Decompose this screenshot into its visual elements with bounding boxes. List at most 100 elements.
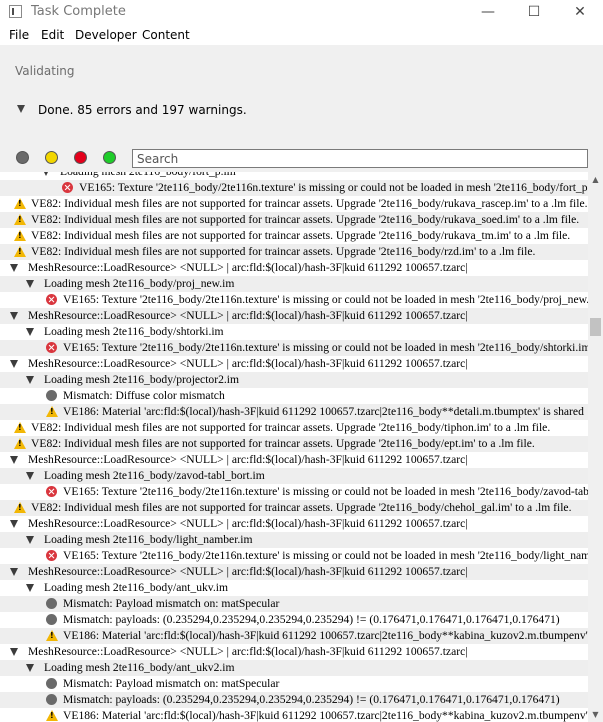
log-row[interactable]: Mismatch: Payload mismatch on: matSpecul… (0, 676, 588, 692)
close-button[interactable]: ✕ (557, 0, 603, 24)
log-row-text: Loading mesh 2te116_body/ant_ukv2.im (44, 661, 235, 674)
expand-arrow-icon[interactable] (26, 664, 34, 672)
log-row[interactable]: Loading mesh 2te116_body/fort_p.im (0, 172, 588, 180)
expand-arrow-icon[interactable] (10, 568, 18, 576)
log-row[interactable]: VE165: Texture '2te116_body/2te116n.text… (0, 484, 588, 500)
log-row[interactable]: VE82: Individual mesh files are not supp… (0, 196, 588, 212)
warning-icon (14, 230, 26, 241)
log-row[interactable]: Loading mesh 2te116_body/proj_new.im (0, 276, 588, 292)
log-row[interactable]: VE165: Texture '2te116_body/2te116n.text… (0, 548, 588, 564)
log-row[interactable]: Mismatch: Diffuse color mismatch (0, 388, 588, 404)
expand-arrow-icon[interactable] (26, 536, 34, 544)
scroll-down-icon[interactable]: ▼ (588, 707, 603, 722)
minimize-button[interactable]: — (465, 0, 511, 24)
filter-all-button[interactable] (16, 151, 29, 164)
log-row-text: Mismatch: Diffuse color mismatch (63, 389, 225, 402)
log-row[interactable]: Mismatch: payloads: (0.235294,0.235294,0… (0, 692, 588, 708)
log-row[interactable]: Mismatch: Payload mismatch on: matSpecul… (0, 596, 588, 612)
warning-icon (14, 214, 26, 225)
expand-arrow-icon[interactable] (10, 264, 18, 272)
log-row-text: VE82: Individual mesh files are not supp… (31, 421, 551, 434)
log-row-text: MeshResource::LoadResource> <NULL> | arc… (28, 453, 468, 466)
log-row-text: VE165: Texture '2te116_body/2te116n.text… (63, 293, 588, 306)
log-row[interactable]: VE165: Texture '2te116_body/2te116n.text… (0, 292, 588, 308)
log-row[interactable]: MeshResource::LoadResource> <NULL> | arc… (0, 308, 588, 324)
maximize-button[interactable]: ☐ (511, 0, 557, 24)
expand-arrow-icon[interactable] (10, 648, 18, 656)
expand-arrow-icon[interactable] (26, 328, 34, 336)
log-row[interactable]: VE186: Material 'arc:fld:$(local)/hash-3… (0, 404, 588, 420)
filter-errors-button[interactable] (74, 151, 87, 164)
error-icon (46, 486, 57, 497)
log-row[interactable]: MeshResource::LoadResource> <NULL> | arc… (0, 260, 588, 276)
log-row[interactable]: Loading mesh 2te116_body/ant_ukv2.im (0, 660, 588, 676)
log-row-text: MeshResource::LoadResource> <NULL> | arc… (28, 309, 468, 322)
expand-arrow-icon[interactable] (10, 520, 18, 528)
warning-icon (14, 198, 26, 209)
warning-icon (46, 406, 58, 417)
log-row[interactable]: Loading mesh 2te116_body/projector2.im (0, 372, 588, 388)
log-row-text: Loading mesh 2te116_body/light_namber.im (44, 533, 253, 546)
log-row-text: VE82: Individual mesh files are not supp… (31, 245, 536, 258)
log-row-text: VE165: Texture '2te116_body/2te116n.text… (63, 485, 588, 498)
warning-icon (14, 438, 26, 449)
log-row[interactable]: VE165: Texture '2te116_body/2te116n.text… (0, 180, 588, 196)
menu-edit[interactable]: Edit (41, 28, 64, 42)
scroll-up-icon[interactable]: ▲ (588, 172, 603, 187)
expand-arrow-icon[interactable] (26, 584, 34, 592)
log-row[interactable]: Loading mesh 2te116_body/ant_ukv.im (0, 580, 588, 596)
expand-arrow-icon[interactable] (42, 172, 50, 176)
log-row[interactable]: VE82: Individual mesh files are not supp… (0, 228, 588, 244)
scroll-thumb[interactable] (590, 318, 601, 336)
log-row[interactable]: MeshResource::LoadResource> <NULL> | arc… (0, 452, 588, 468)
info-icon (46, 678, 57, 689)
status-label: Validating (15, 64, 75, 78)
app-icon (9, 5, 22, 18)
menu-developer[interactable]: Developer (75, 28, 137, 42)
expand-arrow-icon[interactable] (26, 376, 34, 384)
log-row[interactable]: MeshResource::LoadResource> <NULL> | arc… (0, 356, 588, 372)
log-row-text: VE82: Individual mesh files are not supp… (31, 229, 571, 242)
error-icon (46, 294, 57, 305)
search-input[interactable] (132, 149, 588, 168)
log-row-text: VE82: Individual mesh files are not supp… (31, 197, 588, 210)
log-list[interactable]: Loading mesh 2te116_body/fort_p.im VE165:… (0, 172, 588, 722)
log-row[interactable]: Loading mesh 2te116_body/zavod-tabl_bort… (0, 468, 588, 484)
log-row[interactable]: VE165: Texture '2te116_body/2te116n.text… (0, 340, 588, 356)
log-row-text: Loading mesh 2te116_body/fort_p.im (60, 172, 236, 178)
log-row[interactable]: VE82: Individual mesh files are not supp… (0, 436, 588, 452)
log-row-text: VE165: Texture '2te116_body/2te116n.text… (79, 181, 588, 194)
menu-content[interactable]: Content (142, 28, 190, 42)
log-row-text: Loading mesh 2te116_body/projector2.im (44, 373, 240, 386)
collapse-arrow-icon[interactable] (17, 105, 25, 113)
expand-arrow-icon[interactable] (10, 456, 18, 464)
expand-arrow-icon[interactable] (26, 280, 34, 288)
log-row[interactable]: VE82: Individual mesh files are not supp… (0, 244, 588, 260)
menu-file[interactable]: File (9, 28, 29, 42)
warning-icon (14, 422, 26, 433)
info-icon (46, 598, 57, 609)
info-icon (46, 694, 57, 705)
log-row[interactable]: Mismatch: payloads: (0.235294,0.235294,0… (0, 612, 588, 628)
log-row[interactable]: VE82: Individual mesh files are not supp… (0, 500, 588, 516)
expand-arrow-icon[interactable] (26, 472, 34, 480)
menu-bar: File Edit Developer Content (0, 24, 603, 45)
log-row-text: MeshResource::LoadResource> <NULL> | arc… (28, 517, 468, 530)
expand-arrow-icon[interactable] (10, 360, 18, 368)
title-bar: Task Complete — ☐ ✕ (0, 0, 603, 24)
filter-info-button[interactable] (103, 151, 116, 164)
log-row[interactable]: Loading mesh 2te116_body/light_namber.im (0, 532, 588, 548)
log-row-text: Mismatch: payloads: (0.235294,0.235294,0… (63, 693, 560, 706)
log-row[interactable]: MeshResource::LoadResource> <NULL> | arc… (0, 564, 588, 580)
log-row[interactable]: VE82: Individual mesh files are not supp… (0, 420, 588, 436)
log-row[interactable]: VE82: Individual mesh files are not supp… (0, 212, 588, 228)
vertical-scrollbar[interactable]: ▲ ▼ (588, 172, 603, 722)
log-row[interactable]: VE186: Material 'arc:fld:$(local)/hash-3… (0, 708, 588, 722)
log-row[interactable]: Loading mesh 2te116_body/shtorki.im (0, 324, 588, 340)
filter-warnings-button[interactable] (45, 151, 58, 164)
log-row[interactable]: MeshResource::LoadResource> <NULL> | arc… (0, 644, 588, 660)
expand-arrow-icon[interactable] (10, 312, 18, 320)
log-row[interactable]: VE186: Material 'arc:fld:$(local)/hash-3… (0, 628, 588, 644)
log-row[interactable]: MeshResource::LoadResource> <NULL> | arc… (0, 516, 588, 532)
error-icon (62, 182, 73, 193)
